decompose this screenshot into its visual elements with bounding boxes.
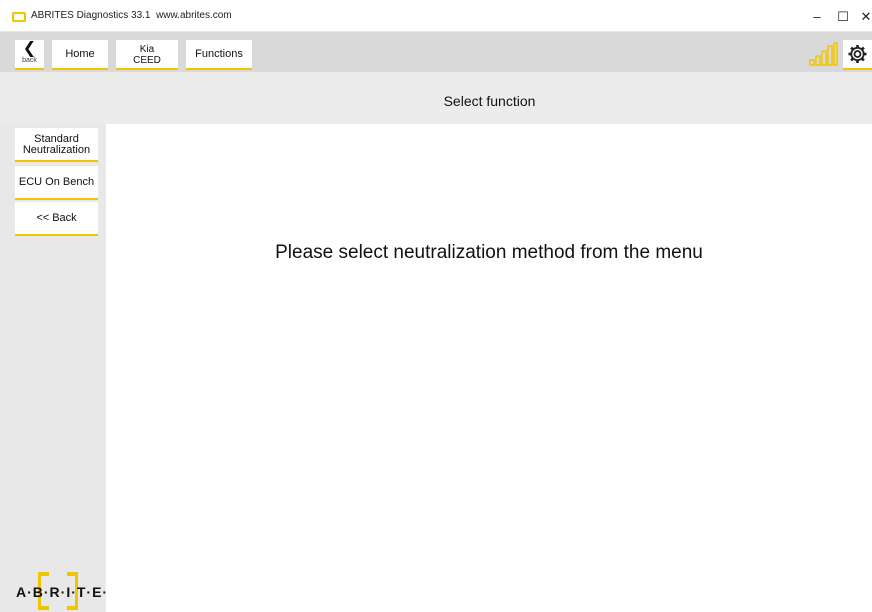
instruction-message: Please select neutralization method from…: [275, 242, 703, 263]
back-label: back: [22, 57, 37, 64]
main-content: Please select neutralization method from…: [106, 124, 872, 612]
vehicle-make: Kia: [139, 44, 155, 55]
signal-strength-icon: [809, 42, 838, 66]
settings-button[interactable]: [843, 40, 872, 70]
gear-icon: [848, 45, 867, 63]
app-title: ABRITES Diagnostics 33.1: [31, 10, 151, 21]
sidebar-item-ecu-on-bench[interactable]: ECU On Bench: [15, 166, 98, 200]
sidebar: Standard Neutralization ECU On Bench << …: [0, 124, 106, 612]
window-titlebar: ABRITES Diagnostics 33.1 www.abrites.com…: [0, 0, 872, 32]
app-icon: [12, 12, 26, 22]
window-title: ABRITES Diagnostics 33.1 www.abrites.com: [31, 10, 232, 21]
logo-text: A·B·R·I·T·E·S: [16, 584, 119, 600]
page-header: Select function: [0, 72, 872, 124]
sidebar-item-standard-neutralization[interactable]: Standard Neutralization: [15, 128, 98, 162]
functions-button[interactable]: Functions: [186, 40, 252, 70]
sidebar-item-label-line2: Neutralization: [22, 144, 91, 156]
vehicle-model: CEED: [133, 55, 161, 66]
sidebar-item-back[interactable]: << Back: [15, 202, 98, 236]
home-button[interactable]: Home: [52, 40, 108, 70]
vehicle-button[interactable]: Kia CEED: [116, 40, 178, 70]
chevron-left-icon: ❮: [22, 40, 37, 57]
page-title: Select function: [443, 93, 536, 109]
abrites-logo: A·B·R·I·T·E·S: [16, 571, 119, 611]
app-url: www.abrites.com: [156, 10, 232, 21]
minimize-button[interactable]: –: [803, 6, 831, 28]
close-button[interactable]: ✕: [852, 6, 872, 28]
back-button[interactable]: ❮ back: [15, 40, 44, 70]
toolbar: ❮ back Home Kia CEED Functions: [0, 32, 872, 72]
